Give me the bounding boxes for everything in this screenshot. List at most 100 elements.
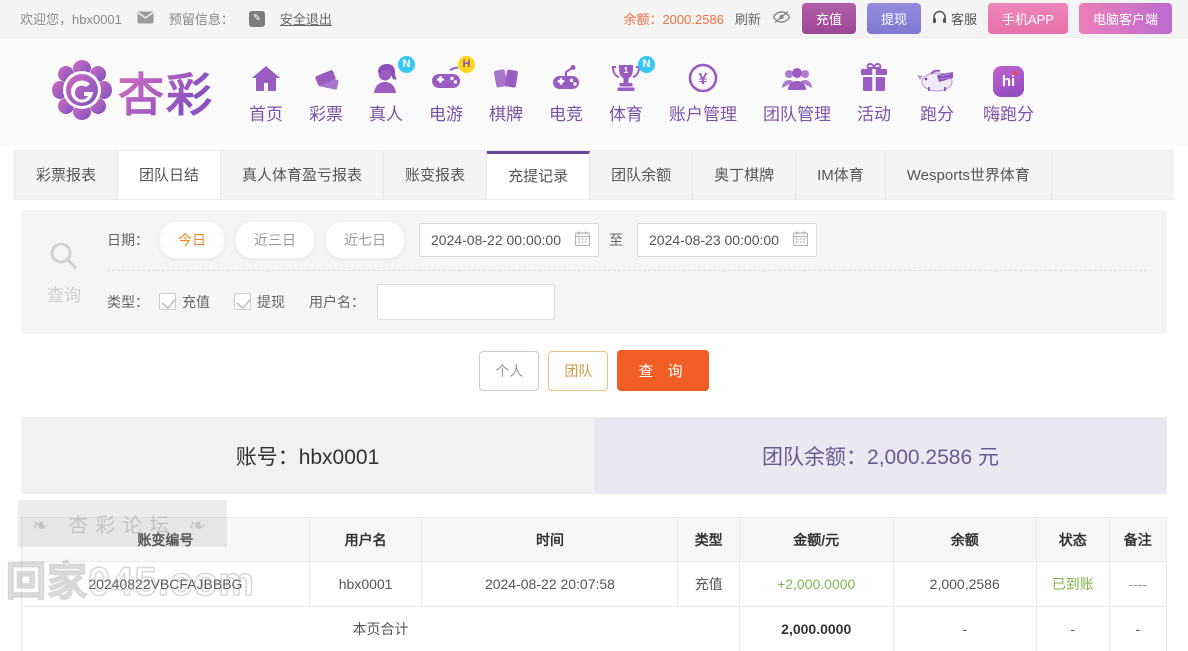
- query-button[interactable]: 查 询: [617, 350, 709, 391]
- logo-text: 杏彩: [118, 59, 214, 125]
- search-panel-label: 查询: [47, 285, 81, 305]
- esports-gamepad-icon: [550, 64, 582, 97]
- headset-icon: [932, 10, 947, 27]
- cell-amount: +2,000.0000: [738, 561, 894, 607]
- badge-n: N: [638, 55, 655, 73]
- svg-text:¥: ¥: [699, 71, 708, 88]
- records-table: 账变编号 用户名 时间 类型 金额/元 余额 状态 备注 20240822VBC…: [21, 517, 1168, 651]
- team-people-icon: [780, 64, 814, 97]
- nav-item-live[interactable]: N 真人: [356, 55, 416, 125]
- withdraw-button[interactable]: 提现: [866, 3, 921, 34]
- home-icon: [250, 64, 282, 97]
- tab-lottery-report[interactable]: 彩票报表: [14, 151, 119, 199]
- footer-label: 本页合计: [21, 606, 740, 651]
- checkbox-withdraw-label: 提现: [257, 293, 285, 310]
- badge-h: H: [458, 55, 475, 73]
- tab-wesports[interactable]: Wesports世界体育: [886, 151, 1052, 199]
- hi-app-icon: hi: [993, 65, 1024, 97]
- date-to-field[interactable]: [637, 223, 817, 257]
- filter-actions: 个人 团队 查 询: [0, 350, 1188, 391]
- footer-amount: 2,000.0000: [738, 606, 894, 651]
- cell-type: 充值: [677, 561, 740, 607]
- svg-text:1: 1: [624, 66, 629, 75]
- table-row: 20240822VBCFAJBBBG hbx0001 2024-08-22 20…: [21, 561, 1168, 607]
- tab-team-daily[interactable]: 团队日结: [118, 151, 222, 199]
- refresh-link[interactable]: 刷新: [735, 9, 761, 28]
- cell-status: 已到账: [1035, 561, 1110, 607]
- site-logo[interactable]: 杏彩: [52, 59, 214, 125]
- date-label: 日期：: [107, 232, 149, 248]
- main-nav: 首页 彩票 N 真人 H 电游 棋牌 电竞 1 N 体育 ¥ 账户管理 团队管理…: [236, 55, 1047, 125]
- gamepad-icon: [429, 64, 463, 97]
- col-time: 时间: [421, 517, 679, 562]
- nav-item-home[interactable]: 首页: [236, 59, 296, 125]
- welcome-text: 欢迎您，hbx0001: [20, 12, 122, 27]
- col-username: 用户名: [308, 517, 423, 562]
- checkbox-recharge[interactable]: [159, 293, 176, 310]
- gift-icon: [858, 62, 890, 97]
- tab-account-changes[interactable]: 账变报表: [384, 151, 488, 199]
- search-icon: [47, 239, 81, 276]
- nav-item-lottery[interactable]: 彩票: [296, 59, 356, 125]
- topbar: 欢迎您，hbx0001 预留信息： ✎ 安全退出 余额：2000.2586 刷新…: [0, 0, 1188, 38]
- cell-time: 2024-08-22 20:07:58: [421, 561, 679, 607]
- nav-item-account[interactable]: ¥ 账户管理: [656, 59, 750, 125]
- tickets-icon: [310, 64, 342, 97]
- badge-n: N: [398, 55, 415, 73]
- logo-flower-icon: [52, 60, 112, 123]
- nav-item-team[interactable]: 团队管理: [750, 59, 844, 125]
- rhino-icon: [917, 64, 957, 97]
- edit-reserved-icon[interactable]: ✎: [248, 10, 265, 27]
- col-change-id: 账变编号: [21, 517, 310, 562]
- table-footer-row: 本页合计 2,000.0000 - - -: [21, 606, 1168, 651]
- tab-aoding-cards[interactable]: 奥丁棋牌: [693, 151, 797, 199]
- date-from-input[interactable]: [431, 232, 570, 248]
- reserved-info-label: 预留信息：: [168, 12, 234, 27]
- team-button[interactable]: 团队: [548, 350, 609, 391]
- nav-item-slots[interactable]: H 电游: [416, 55, 476, 125]
- envelope-icon[interactable]: [137, 11, 154, 27]
- username-input[interactable]: [377, 283, 555, 320]
- live-dealer-icon: [371, 62, 401, 97]
- checkbox-recharge-label: 充值: [182, 293, 210, 310]
- mobile-app-button[interactable]: 手机APP: [987, 3, 1068, 34]
- coin-yuan-icon: ¥: [687, 62, 719, 97]
- calendar-icon[interactable]: [792, 231, 809, 249]
- preset-7days[interactable]: 近七日: [325, 221, 405, 259]
- nav-item-esports[interactable]: 电竞: [536, 59, 596, 125]
- tab-team-balance[interactable]: 团队余额: [590, 151, 694, 199]
- nav-item-hi-paofen[interactable]: hi 嗨跑分: [970, 59, 1047, 125]
- summary-bar: 账号：hbx0001 团队余额：2,000.2586 元: [21, 417, 1167, 494]
- preset-today[interactable]: 今日: [159, 221, 225, 259]
- balance-text: 余额：2000.2586: [623, 12, 724, 27]
- col-remark: 备注: [1108, 517, 1168, 562]
- report-tabs: 彩票报表 团队日结 真人体育盈亏报表 账变报表 充提记录 团队余额 奥丁棋牌 I…: [14, 150, 1174, 200]
- preset-3days[interactable]: 近三日: [235, 221, 315, 259]
- col-balance: 余额: [892, 517, 1037, 562]
- footer-status: -: [1035, 606, 1110, 651]
- date-to-input[interactable]: [649, 232, 788, 248]
- nav-item-promos[interactable]: 活动: [844, 59, 904, 125]
- customer-service-link[interactable]: 客服: [932, 9, 977, 28]
- checkbox-withdraw[interactable]: [234, 293, 251, 310]
- account-summary: 账号：hbx0001: [21, 417, 594, 494]
- type-label: 类型：: [107, 293, 149, 310]
- filter-side: 查询: [21, 210, 107, 334]
- pc-client-button[interactable]: 电脑客户端: [1078, 3, 1172, 34]
- nav-item-cards[interactable]: 棋牌: [476, 59, 536, 125]
- calendar-icon[interactable]: [574, 231, 591, 249]
- recharge-button[interactable]: 充值: [801, 3, 856, 34]
- col-type: 类型: [677, 517, 740, 562]
- nav-item-paofen[interactable]: 跑分: [904, 59, 970, 125]
- personal-button[interactable]: 个人: [479, 350, 540, 391]
- tab-im-sports[interactable]: IM体育: [796, 151, 886, 199]
- date-from-field[interactable]: [419, 223, 599, 257]
- cards-icon: [491, 64, 521, 97]
- search-filter-panel: 查询 日期： 今日 近三日 近七日 至 类型： 充值: [21, 210, 1167, 334]
- logout-link[interactable]: 安全退出: [280, 9, 332, 28]
- tab-deposit-withdraw-records[interactable]: 充提记录: [487, 151, 591, 199]
- team-balance-summary: 团队余额：2,000.2586 元: [594, 417, 1167, 494]
- tab-live-sports-pnl[interactable]: 真人体育盈亏报表: [221, 151, 385, 199]
- nav-item-sports[interactable]: 1 N 体育: [596, 55, 656, 125]
- eye-off-icon[interactable]: [772, 10, 791, 27]
